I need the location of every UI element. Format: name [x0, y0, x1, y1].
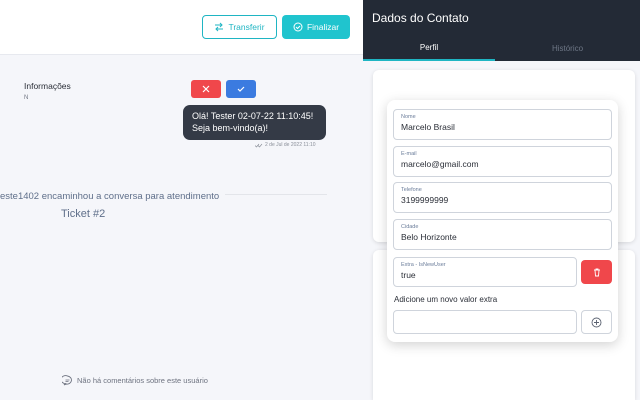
close-icon: [202, 85, 210, 93]
finalize-label: Finalizar: [306, 22, 340, 32]
name-field-value: Marcelo Brasil: [401, 122, 455, 132]
message-line-1: Olá! Tester 02-07-22 11:10:45!: [192, 111, 314, 121]
new-extra-label: Adicione um novo valor extra: [394, 295, 498, 304]
delete-extra-button[interactable]: [581, 260, 612, 284]
message-meta: 2 de Jul de 2022 11:10: [255, 142, 316, 148]
comment-icon: [62, 375, 72, 386]
transfer-label: Transferir: [228, 22, 265, 32]
add-extra-button[interactable]: [581, 310, 612, 334]
panel-tabs: Perfil Histórico: [363, 36, 640, 61]
phone-field[interactable]: Telefone 3199999999: [393, 182, 612, 213]
no-comments-notice: Não há comentários sobre este usuário: [62, 375, 208, 386]
finalize-button[interactable]: Finalizar: [282, 15, 350, 39]
extra-field-label: Extra - IsNewUser: [401, 262, 446, 268]
check-circle-icon: [293, 22, 303, 32]
tab-history[interactable]: Histórico: [495, 36, 640, 61]
name-field[interactable]: Nome Marcelo Brasil: [393, 109, 612, 140]
trash-icon: [593, 268, 600, 277]
cancel-button[interactable]: [191, 80, 221, 98]
message-timestamp: 2 de Jul de 2022 11:10: [265, 142, 316, 148]
phone-field-value: 3199999999: [401, 195, 449, 205]
city-field[interactable]: Cidade Belo Horizonte: [393, 219, 612, 250]
city-field-label: Cidade: [401, 224, 419, 230]
ticket-label: Ticket #2: [61, 208, 106, 220]
email-field-label: E-mail: [401, 151, 417, 157]
transfer-button[interactable]: Transferir: [202, 15, 277, 39]
email-field-value: marcelo@gmail.com: [401, 159, 479, 169]
forward-notice: este1402 encaminhou a conversa para aten…: [0, 191, 226, 202]
chat-header: Transferir Finalizar: [0, 0, 363, 55]
info-subtitle: N: [24, 95, 29, 101]
message-line-2: Seja bem-vindo(a)!: [192, 123, 269, 133]
chat-area: Transferir Finalizar Olá! Tester 02-07-2…: [0, 0, 363, 400]
info-title: Informações: [24, 81, 71, 91]
no-comments-text: Não há comentários sobre este usuário: [77, 376, 208, 385]
message-bubble: Olá! Tester 02-07-22 11:10:45! Seja bem-…: [183, 105, 326, 140]
tab-profile[interactable]: Perfil: [363, 36, 495, 61]
double-check-icon: [255, 143, 263, 148]
confirm-button[interactable]: [226, 80, 256, 98]
email-field[interactable]: E-mail marcelo@gmail.com: [393, 146, 612, 177]
transfer-arrows-icon: [215, 22, 224, 32]
new-extra-input[interactable]: [393, 310, 577, 334]
city-field-value: Belo Horizonte: [401, 232, 457, 242]
name-field-label: Nome: [401, 114, 416, 120]
extra-field-value: true: [401, 270, 416, 280]
panel-title: Dados do Contato: [363, 0, 640, 36]
phone-field-label: Telefone: [401, 187, 422, 193]
check-icon: [237, 86, 245, 92]
extra-field[interactable]: Extra - IsNewUser true: [393, 257, 577, 287]
plus-circle-icon: [591, 317, 602, 327]
